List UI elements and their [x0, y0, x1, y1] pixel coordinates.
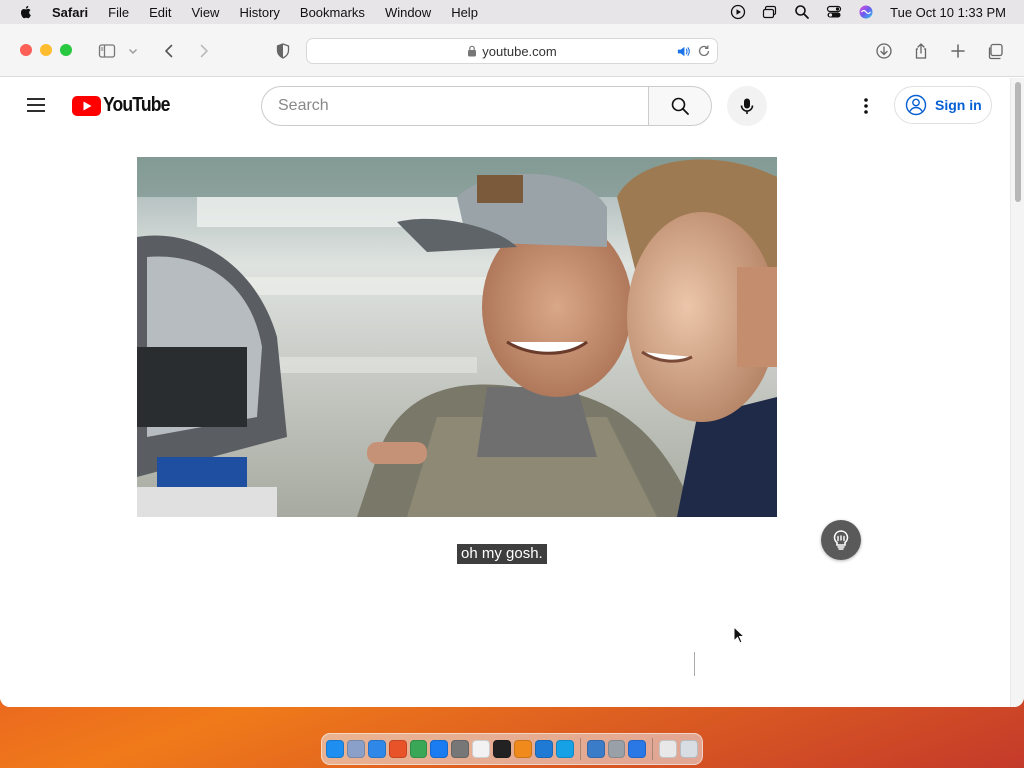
text-caret — [694, 652, 695, 676]
zoom-window-button[interactable] — [60, 44, 72, 56]
address-url: youtube.com — [482, 43, 557, 59]
tab-group-chevron-icon[interactable] — [126, 41, 140, 61]
video-frame-image — [137, 157, 777, 517]
settings-kebab-icon[interactable] — [856, 96, 876, 116]
privacy-shield-icon[interactable] — [273, 41, 293, 61]
dock-safari-icon[interactable] — [367, 740, 386, 758]
new-tab-icon[interactable] — [948, 41, 968, 61]
scrollbar-thumb[interactable] — [1015, 82, 1021, 202]
dock-firefox-icon[interactable] — [388, 740, 407, 758]
guide-menu-icon[interactable] — [26, 97, 46, 113]
menu-file[interactable]: File — [108, 5, 129, 20]
search-input[interactable]: Search — [261, 86, 649, 126]
lock-icon — [468, 45, 477, 57]
page-scrollbar[interactable] — [1010, 78, 1024, 707]
dock-terminal-icon[interactable] — [493, 740, 512, 758]
tab-overview-icon[interactable] — [985, 41, 1005, 61]
dock-launchpad-icon[interactable] — [346, 740, 365, 758]
dock-separator — [579, 738, 581, 760]
share-icon[interactable] — [911, 41, 931, 61]
dock-skype-icon[interactable] — [555, 740, 574, 758]
dock-system-settings-icon[interactable] — [451, 740, 470, 758]
dock-finder-window-icon[interactable] — [659, 740, 678, 758]
forward-icon[interactable] — [194, 41, 214, 61]
menu-app-safari[interactable]: Safari — [52, 5, 88, 20]
dock-finder-icon[interactable] — [326, 740, 344, 758]
video-player[interactable] — [137, 157, 777, 517]
search-button[interactable] — [648, 86, 712, 126]
control-center-icon[interactable] — [826, 4, 842, 20]
back-icon[interactable] — [159, 41, 179, 61]
address-bar[interactable]: youtube.com — [306, 38, 718, 64]
sidebar-toggle-icon[interactable] — [97, 41, 117, 61]
youtube-play-icon — [72, 95, 101, 116]
dock-screenshot-icon[interactable] — [607, 740, 626, 758]
menu-window[interactable]: Window — [385, 5, 431, 20]
menu-bookmarks[interactable]: Bookmarks — [300, 5, 365, 20]
menubar-clock[interactable]: Tue Oct 10 1:33 PM — [890, 5, 1006, 20]
siri-icon[interactable] — [858, 4, 874, 20]
menu-edit[interactable]: Edit — [149, 5, 171, 20]
video-caption: oh my gosh. — [457, 544, 547, 564]
dock-vlc-icon[interactable] — [514, 740, 532, 758]
downloads-icon[interactable] — [874, 41, 894, 61]
search-icon — [671, 97, 689, 115]
dock — [321, 733, 703, 765]
dock-separator — [652, 738, 654, 760]
dock-vscode-icon[interactable] — [534, 740, 553, 758]
account-icon — [905, 94, 927, 116]
youtube-page: YouTube Search Sign in oh my gosh. — [0, 78, 1010, 707]
voice-search-button[interactable] — [727, 86, 767, 126]
menu-history[interactable]: History — [239, 5, 279, 20]
youtube-logo-text: YouTube — [103, 94, 170, 116]
close-window-button[interactable] — [20, 44, 32, 56]
safari-toolbar: youtube.com — [0, 24, 1024, 77]
apple-icon[interactable] — [18, 4, 34, 20]
microphone-icon — [740, 98, 754, 114]
dock-chrome-icon[interactable] — [409, 740, 428, 758]
menu-view[interactable]: View — [192, 5, 220, 20]
youtube-logo[interactable]: YouTube — [72, 94, 179, 117]
menu-help[interactable]: Help — [451, 5, 478, 20]
sign-in-label: Sign in — [935, 97, 982, 113]
dock-xcode-icon[interactable] — [628, 740, 647, 758]
mouse-cursor-icon — [733, 626, 745, 644]
sign-in-button[interactable]: Sign in — [894, 86, 992, 124]
minimize-window-button[interactable] — [40, 44, 52, 56]
extension-lightbulb-button[interactable] — [821, 520, 861, 560]
menu-bar: Safari File Edit View History Bookmarks … — [0, 0, 1024, 24]
reload-icon[interactable] — [697, 44, 711, 58]
dock-trash-icon[interactable] — [680, 740, 699, 758]
lightbulb-icon — [833, 530, 849, 550]
speaker-icon[interactable] — [676, 44, 691, 59]
dock-preview-icon[interactable] — [586, 740, 605, 758]
screen-mirroring-icon[interactable] — [762, 4, 778, 20]
screen-record-icon[interactable] — [730, 4, 746, 20]
dock-app-store-icon[interactable] — [430, 740, 449, 758]
dock-textedit-icon[interactable] — [472, 740, 491, 758]
spotlight-search-icon[interactable] — [794, 4, 810, 20]
safari-window: youtube.com YouTube Search Sign in oh my… — [0, 24, 1024, 707]
